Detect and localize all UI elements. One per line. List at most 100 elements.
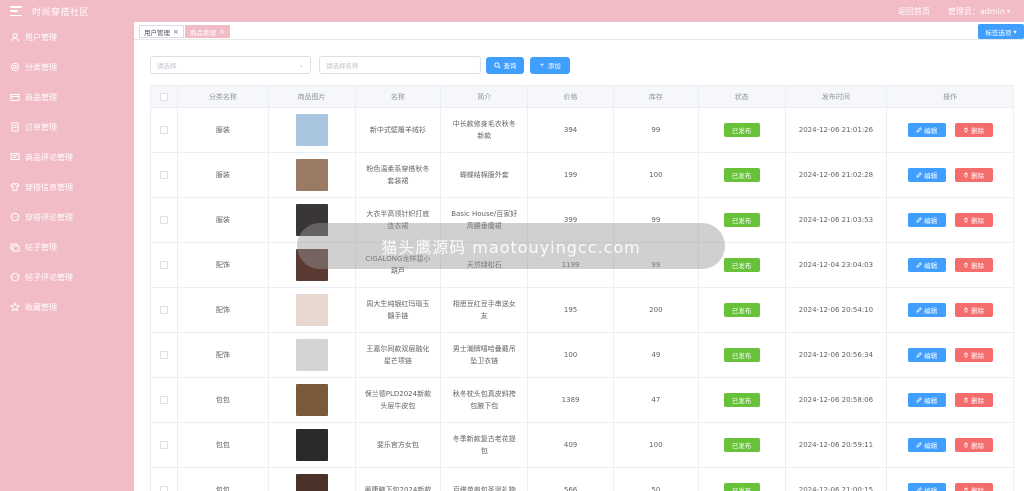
category-cell: 配饰 [178, 288, 269, 332]
image-cell [269, 333, 356, 377]
category-placeholder: 请选择 [157, 62, 177, 70]
user-menu[interactable]: 管理员：admin ▾ [948, 6, 1010, 17]
sidebar-item-5[interactable]: 商品评论管理 [0, 142, 134, 172]
row-select-cell [151, 243, 178, 287]
name-cell: 粉色温柔系穿搭秋冬套装裙 [356, 153, 442, 197]
sidebar-item-label: 穿搭信息管理 [25, 182, 73, 192]
row-checkbox[interactable] [159, 306, 168, 314]
intro-cell: 蝴蝶结棉服外套 [441, 153, 529, 197]
tab-user-management[interactable]: 用户管理 × [139, 25, 184, 38]
product-image[interactable] [295, 159, 328, 191]
edit-button[interactable]: 编辑 [907, 393, 946, 407]
row-checkbox[interactable] [159, 351, 168, 359]
post-icon [10, 243, 20, 252]
chat-icon [10, 272, 20, 282]
edit-button[interactable]: 编辑 [907, 123, 946, 137]
sidebar-item-3[interactable]: 商品管理 [0, 82, 134, 112]
status-badge: 已发布 [723, 348, 760, 362]
name-search-input[interactable]: 请选择名称 [319, 56, 481, 74]
edit-button[interactable]: 编辑 [907, 483, 946, 491]
row-select-cell [151, 288, 178, 332]
edit-icon [916, 172, 923, 178]
edit-button[interactable]: 编辑 [907, 348, 946, 362]
sidebar-item-8[interactable]: 帖子管理 [0, 232, 134, 262]
time-cell: 2024-12-06 20:56:34 [786, 333, 888, 377]
row-checkbox[interactable] [159, 171, 168, 179]
edit-button[interactable]: 编辑 [907, 213, 946, 227]
intro-cell: 秋冬枕头包真皮斜挎包腋下包 [441, 378, 529, 422]
sidebar-item-10[interactable]: 收藏管理 [0, 292, 134, 322]
sidebar-item-6[interactable]: 穿搭信息管理 [0, 172, 134, 202]
search-button[interactable]: 查询 [486, 56, 524, 74]
add-button[interactable]: + 添加 [530, 56, 570, 74]
actions-cell: 编辑 删除 [887, 153, 1013, 197]
row-checkbox[interactable] [159, 486, 168, 491]
sidebar-item-label: 商品评论管理 [25, 152, 73, 162]
app-title: 时尚穿搭社区 [32, 7, 90, 18]
product-image[interactable] [295, 429, 328, 461]
row-checkbox[interactable] [159, 261, 168, 269]
tab-product-management[interactable]: 商品管理 × [185, 25, 230, 38]
delete-button[interactable]: 删除 [954, 303, 993, 317]
edit-button[interactable]: 编辑 [907, 303, 946, 317]
edit-label: 编辑 [924, 307, 938, 315]
close-icon[interactable]: × [219, 28, 225, 36]
status-badge: 已发布 [723, 303, 760, 317]
delete-button[interactable]: 删除 [954, 438, 993, 452]
sidebar-item-4[interactable]: 订单管理 [0, 112, 134, 142]
edit-button[interactable]: 编辑 [907, 168, 946, 182]
sidebar-item-1[interactable]: 用户管理 [0, 22, 134, 52]
column-header: 操作 [943, 92, 958, 101]
delete-label: 删除 [971, 352, 985, 360]
category-cell: 包包 [178, 423, 269, 467]
product-image[interactable] [295, 294, 328, 326]
chat-icon [10, 212, 20, 222]
product-image[interactable] [295, 384, 328, 416]
sidebar-item-7[interactable]: 穿搭评论管理 [0, 202, 134, 232]
sidebar: 用户管理分类管理商品管理 订单管理商品评论管理 穿搭信息管理穿搭评论管理 帖子管理 帖子… [0, 22, 134, 491]
sidebar-item-9[interactable]: 帖子评论管理 [0, 262, 134, 292]
row-checkbox[interactable] [159, 126, 168, 134]
tag-bar: 用户管理 × 商品管理 × 标签选项 ▾ [134, 22, 1024, 40]
star-icon [10, 302, 20, 312]
select-all-checkbox[interactable] [159, 92, 168, 101]
row-checkbox[interactable] [159, 396, 168, 404]
column-header: 商品图片 [269, 86, 356, 107]
delete-button[interactable]: 删除 [954, 393, 993, 407]
product-image[interactable] [295, 474, 328, 491]
status-cell: 已发布 [699, 108, 786, 152]
row-checkbox[interactable] [159, 441, 168, 449]
delete-button[interactable]: 删除 [954, 258, 993, 272]
delete-button[interactable]: 删除 [954, 348, 993, 362]
status-badge: 已发布 [723, 123, 760, 137]
edit-icon [916, 442, 923, 448]
sidebar-item-label: 分类管理 [25, 62, 57, 72]
back-home-link[interactable]: 返回首页 [898, 6, 930, 17]
edit-button[interactable]: 编辑 [907, 258, 946, 272]
category-cell: 配饰 [178, 333, 269, 377]
edit-button[interactable]: 编辑 [907, 438, 946, 452]
column-header: 价格 [528, 86, 614, 107]
status-cell: 已发布 [699, 378, 786, 422]
sidebar-item-label: 用户管理 [25, 32, 57, 42]
category-select[interactable]: 请选择 ⌄ [150, 56, 311, 74]
chevron-down-icon: ⌄ [298, 61, 304, 69]
sidebar-item-2[interactable]: 分类管理 [0, 52, 134, 82]
edit-icon [916, 352, 923, 358]
delete-label: 删除 [971, 262, 985, 270]
trash-icon [964, 487, 968, 491]
product-image[interactable] [295, 339, 328, 371]
row-checkbox[interactable] [159, 216, 168, 224]
close-icon[interactable]: × [173, 28, 179, 36]
delete-button[interactable]: 删除 [954, 168, 993, 182]
product-image[interactable] [295, 114, 328, 146]
top-bar: 时尚穿搭社区 返回首页 管理员：admin ▾ [0, 0, 1024, 22]
status-badge: 已发布 [723, 393, 760, 407]
delete-button[interactable]: 删除 [954, 213, 993, 227]
status-cell: 已发布 [699, 288, 786, 332]
image-cell [269, 108, 356, 152]
tab-options-button[interactable]: 标签选项 ▾ [978, 24, 1024, 39]
delete-button[interactable]: 删除 [954, 123, 993, 137]
menu-toggle-icon[interactable] [10, 6, 22, 16]
delete-button[interactable]: 删除 [954, 483, 993, 491]
